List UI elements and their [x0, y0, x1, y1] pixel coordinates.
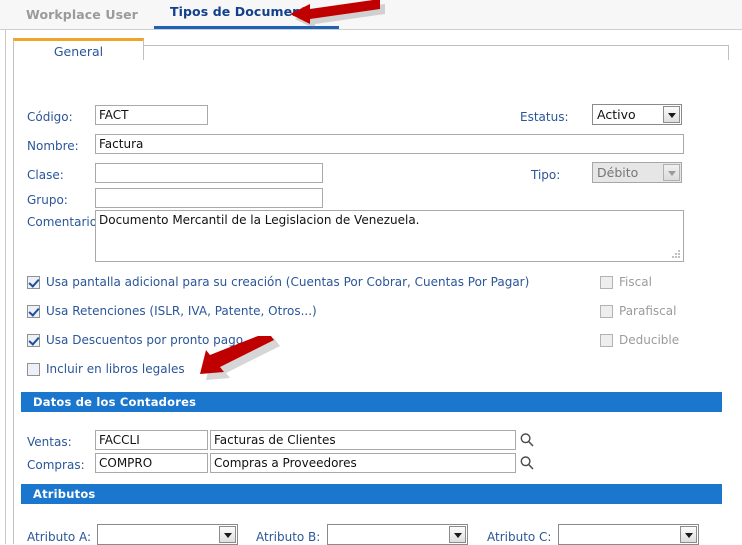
checkbox-row-usa-retenciones[interactable]: Usa Retenciones (ISLR, IVA, Patente, Otr… — [27, 304, 317, 318]
checkbox-label: Usa Descuentos por pronto pago — [46, 333, 244, 347]
estatus-select[interactable]: Activo — [592, 104, 682, 125]
tipo-selected-value: Débito — [597, 165, 639, 180]
chevron-down-icon[interactable] — [663, 164, 680, 181]
checkbox-row-incluir-libros-legales[interactable]: Incluir en libros legales — [27, 362, 185, 376]
checkbox-row-usa-descuentos[interactable]: Usa Descuentos por pronto pago — [27, 333, 243, 347]
nombre-input[interactable] — [95, 134, 684, 154]
atributo-c-label: Atributo C: — [487, 530, 552, 544]
clase-label: Clase: — [27, 168, 64, 182]
compras-description-input[interactable] — [210, 453, 516, 473]
checkbox-label: Usa pantalla adicional para su creación … — [46, 275, 530, 289]
magnifier-icon[interactable] — [519, 432, 535, 448]
ventas-code-input[interactable] — [95, 430, 208, 450]
checkbox-usa-retenciones[interactable] — [27, 304, 40, 318]
panel-body: Código: Estatus: Activo Nombre: Clase: T… — [13, 60, 729, 545]
compras-label: Compras: — [27, 458, 85, 472]
ventas-description-input[interactable] — [210, 430, 516, 450]
grupo-input[interactable] — [95, 188, 323, 208]
estatus-label: Estatus: — [520, 110, 569, 124]
module-tab-tipos-de-documentos[interactable]: Tipos de Documentos — [153, 5, 340, 29]
atributo-a-select[interactable] — [97, 524, 238, 545]
checkbox-row-usa-pantalla-adicional[interactable]: Usa pantalla adicional para su creación … — [27, 275, 529, 289]
comentario-label: Comentario: — [27, 215, 102, 229]
checkbox-fiscal[interactable] — [600, 275, 613, 289]
checkbox-label: Fiscal — [619, 275, 652, 289]
module-tabbar: Workplace User Tipos de Documentos — [0, 0, 742, 30]
checkbox-parafiscal[interactable] — [600, 304, 613, 318]
frame-left-border — [5, 30, 6, 544]
checkbox-row-deducible[interactable]: Deducible — [600, 333, 679, 347]
checkbox-label: Parafiscal — [619, 304, 677, 318]
chevron-down-icon[interactable] — [680, 526, 697, 543]
page-frame: General Código: Estatus: Activo Nombre: … — [0, 30, 742, 545]
panel-tab-filler — [144, 45, 729, 61]
panel-tabbar: General — [13, 36, 729, 61]
checkbox-label: Deducible — [619, 333, 680, 347]
atributo-c-select[interactable] — [558, 524, 699, 545]
checkbox-label: Usa Retenciones (ISLR, IVA, Patente, Otr… — [46, 304, 317, 318]
ventas-label: Ventas: — [27, 435, 72, 449]
chevron-down-icon[interactable] — [663, 106, 680, 123]
section-header-atributos: Atributos — [21, 484, 722, 504]
codigo-label: Código: — [27, 110, 73, 124]
atributo-a-label: Atributo A: — [27, 530, 92, 544]
module-tab-workplace-user[interactable]: Workplace User — [10, 8, 154, 29]
magnifier-icon[interactable] — [519, 455, 535, 471]
clase-input[interactable] — [95, 163, 323, 183]
section-header-datos-de-los-contadores: Datos de los Contadores — [21, 392, 722, 412]
tab-general[interactable]: General — [13, 38, 144, 61]
checkbox-label: Incluir en libros legales — [46, 362, 185, 376]
checkbox-deducible[interactable] — [600, 333, 613, 347]
chevron-down-icon[interactable] — [449, 526, 466, 543]
compras-code-input[interactable] — [95, 453, 208, 473]
atributo-b-label: Atributo B: — [256, 530, 321, 544]
atributo-b-select[interactable] — [327, 524, 468, 545]
checkbox-usa-pantalla-adicional[interactable] — [27, 275, 40, 289]
checkbox-row-parafiscal[interactable]: Parafiscal — [600, 304, 676, 318]
checkbox-row-fiscal[interactable]: Fiscal — [600, 275, 652, 289]
tipo-select[interactable]: Débito — [592, 162, 682, 183]
estatus-selected-value: Activo — [597, 107, 636, 122]
tipo-label: Tipo: — [531, 168, 561, 182]
chevron-down-icon[interactable] — [219, 526, 236, 543]
comentario-textarea[interactable] — [95, 210, 684, 262]
checkbox-usa-descuentos-pronto-pago[interactable] — [27, 333, 40, 347]
codigo-input[interactable] — [95, 105, 208, 125]
grupo-label: Grupo: — [27, 193, 68, 207]
checkbox-incluir-en-libros-legales[interactable] — [27, 362, 40, 376]
nombre-label: Nombre: — [27, 139, 79, 153]
